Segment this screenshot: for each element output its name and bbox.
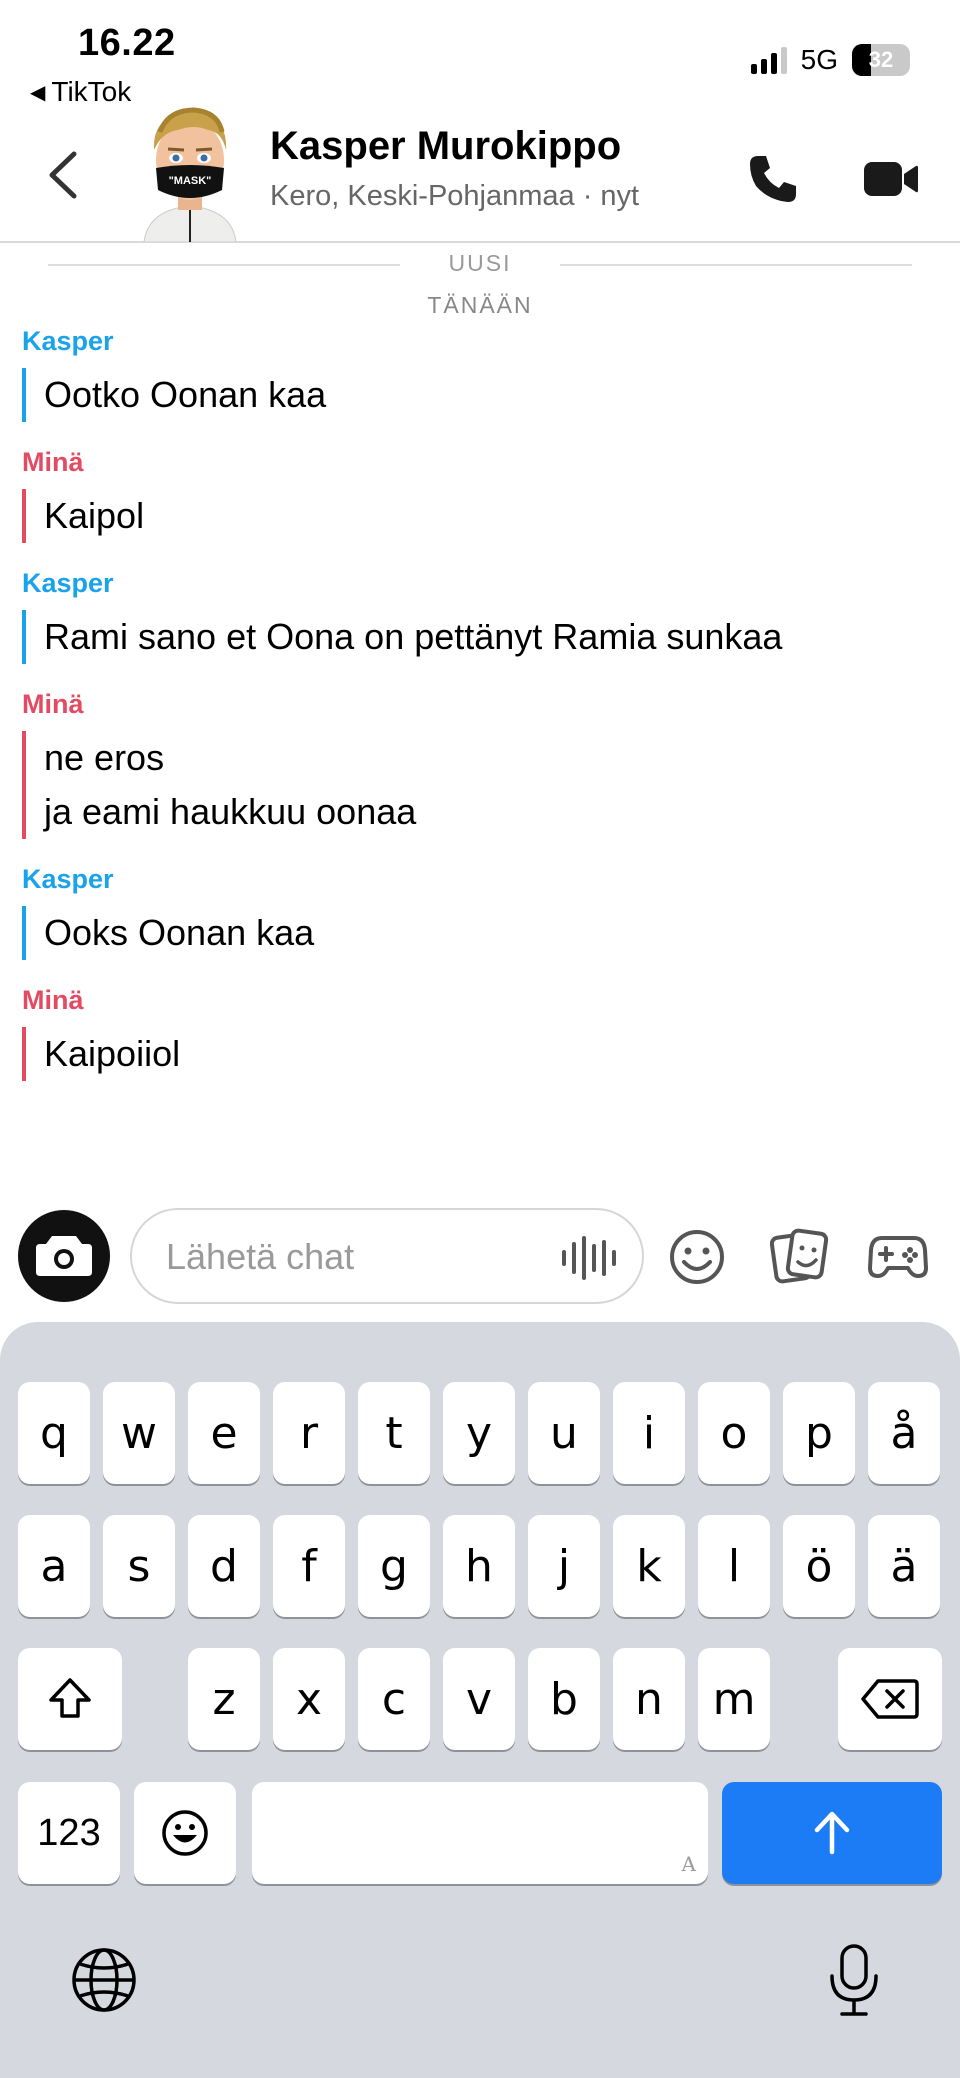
camera-button[interactable] xyxy=(18,1210,110,1302)
network-type: 5G xyxy=(800,44,838,75)
message-group: Kasper Ooks Oonan kaa xyxy=(22,864,942,960)
battery-level: 32 xyxy=(868,47,894,72)
on-screen-keyboard: q w e r t y u i o p å a s d f g h j k l … xyxy=(0,1322,960,2078)
key-v[interactable]: v xyxy=(443,1648,515,1750)
contact-location-status: Kero, Keski-Pohjanmaa · nyt xyxy=(270,180,640,212)
back-chevron-icon[interactable] xyxy=(44,150,84,200)
phone-call-icon[interactable] xyxy=(746,152,800,206)
key-r[interactable]: r xyxy=(273,1382,345,1484)
message-text: Rami sano et Oona on pettänyt Ramia sunk… xyxy=(44,616,783,657)
key-n[interactable]: n xyxy=(613,1648,685,1750)
chat-input-placeholder: Lähetä chat xyxy=(166,1236,355,1277)
microphone-icon[interactable] xyxy=(826,1942,882,2018)
key-a-ring[interactable]: å xyxy=(868,1382,940,1484)
space-bar-hint: A xyxy=(681,1852,696,1876)
key-m[interactable]: m xyxy=(698,1648,770,1750)
cellular-signal-icon xyxy=(750,46,787,74)
message-text: ne eros xyxy=(44,737,165,778)
message-group: Minä ne eros ja eami haukkuu oonaa xyxy=(22,689,942,839)
message-sender: Kasper xyxy=(22,864,114,894)
new-messages-label: UUSI xyxy=(448,250,512,276)
avatar[interactable]: "MASK" xyxy=(138,102,242,242)
message-body[interactable]: Ooks Oonan kaa xyxy=(22,906,942,960)
key-i[interactable]: i xyxy=(613,1382,685,1484)
key-o-umlaut[interactable]: ö xyxy=(783,1515,855,1617)
avatar-mask-text: "MASK" xyxy=(169,175,212,187)
message-text: ja eami haukkuu oonaa xyxy=(44,791,417,832)
emoji-key-icon xyxy=(162,1810,208,1856)
key-u[interactable]: u xyxy=(528,1382,600,1484)
shift-icon xyxy=(49,1678,91,1718)
emoji-key[interactable] xyxy=(134,1782,236,1884)
message-sender: Minä xyxy=(22,689,84,719)
key-o[interactable]: o xyxy=(698,1382,770,1484)
key-b[interactable]: b xyxy=(528,1648,600,1750)
globe-icon[interactable] xyxy=(70,1946,138,2014)
key-q[interactable]: q xyxy=(18,1382,90,1484)
chat-input-bar: Lähetä chat xyxy=(0,1190,960,1320)
message-sender: Minä xyxy=(22,985,84,1015)
message-group: Minä Kaipoiiol xyxy=(22,985,942,1081)
key-w[interactable]: w xyxy=(103,1382,175,1484)
message-sender: Kasper xyxy=(22,568,114,598)
message-text: Ooks Oonan kaa xyxy=(44,912,315,953)
battery-icon: 32 xyxy=(852,44,910,76)
key-d[interactable]: d xyxy=(188,1515,260,1617)
return-arrow-icon xyxy=(814,1811,850,1855)
key-s[interactable]: s xyxy=(103,1515,175,1617)
key-f[interactable]: f xyxy=(273,1515,345,1617)
key-t[interactable]: t xyxy=(358,1382,430,1484)
message-sender: Minä xyxy=(22,447,84,477)
message-body[interactable]: Kaipoiiol xyxy=(22,1027,942,1081)
date-separator: TÄNÄÄN xyxy=(427,292,533,318)
key-a[interactable]: a xyxy=(18,1515,90,1617)
key-x[interactable]: x xyxy=(273,1648,345,1750)
chat-header: "MASK" Kasper Murokippo Kero, Keski-Pohj… xyxy=(0,98,960,243)
message-body[interactable]: ne eros ja eami haukkuu oonaa xyxy=(22,731,942,839)
key-a-umlaut[interactable]: ä xyxy=(868,1515,940,1617)
status-indicators: 5G 32 xyxy=(750,44,910,76)
chat-input[interactable]: Lähetä chat xyxy=(130,1208,644,1304)
memories-icon[interactable] xyxy=(770,1226,828,1286)
message-text: Kaipoiiol xyxy=(44,1033,181,1074)
numbers-key[interactable]: 123 xyxy=(18,1782,120,1884)
key-y[interactable]: y xyxy=(443,1382,515,1484)
key-e[interactable]: e xyxy=(188,1382,260,1484)
backspace-key[interactable] xyxy=(838,1648,942,1750)
shift-key[interactable] xyxy=(18,1648,122,1750)
message-group: Minä Kaipol xyxy=(22,447,942,543)
smiley-icon[interactable] xyxy=(668,1228,726,1286)
key-c[interactable]: c xyxy=(358,1648,430,1750)
key-p[interactable]: p xyxy=(783,1382,855,1484)
key-h[interactable]: h xyxy=(443,1515,515,1617)
contact-name[interactable]: Kasper Murokippo xyxy=(270,124,621,169)
status-time: 16.22 xyxy=(78,22,176,64)
key-k[interactable]: k xyxy=(613,1515,685,1617)
message-body[interactable]: Ootko Oonan kaa xyxy=(22,368,942,422)
message-sender: Kasper xyxy=(22,326,114,356)
key-j[interactable]: j xyxy=(528,1515,600,1617)
key-g[interactable]: g xyxy=(358,1515,430,1617)
key-l[interactable]: l xyxy=(698,1515,770,1617)
game-controller-icon[interactable] xyxy=(868,1230,928,1282)
message-text: Ootko Oonan kaa xyxy=(44,374,327,415)
camera-icon xyxy=(36,1236,92,1276)
message-body[interactable]: Rami sano et Oona on pettänyt Ramia sunk… xyxy=(22,610,942,664)
key-z[interactable]: z xyxy=(188,1648,260,1750)
message-text: Kaipol xyxy=(44,495,145,536)
space-bar[interactable]: A xyxy=(252,1782,708,1884)
video-call-icon[interactable] xyxy=(862,156,920,202)
voice-note-icon[interactable] xyxy=(560,1236,618,1280)
message-group: Kasper Rami sano et Oona on pettänyt Ram… xyxy=(22,568,942,664)
backspace-icon xyxy=(861,1679,919,1719)
message-body[interactable]: Kaipol xyxy=(22,489,942,543)
send-return-key[interactable] xyxy=(722,1782,942,1884)
message-group: Kasper Ootko Oonan kaa xyxy=(22,326,942,422)
new-messages-divider: UUSI xyxy=(0,250,960,280)
